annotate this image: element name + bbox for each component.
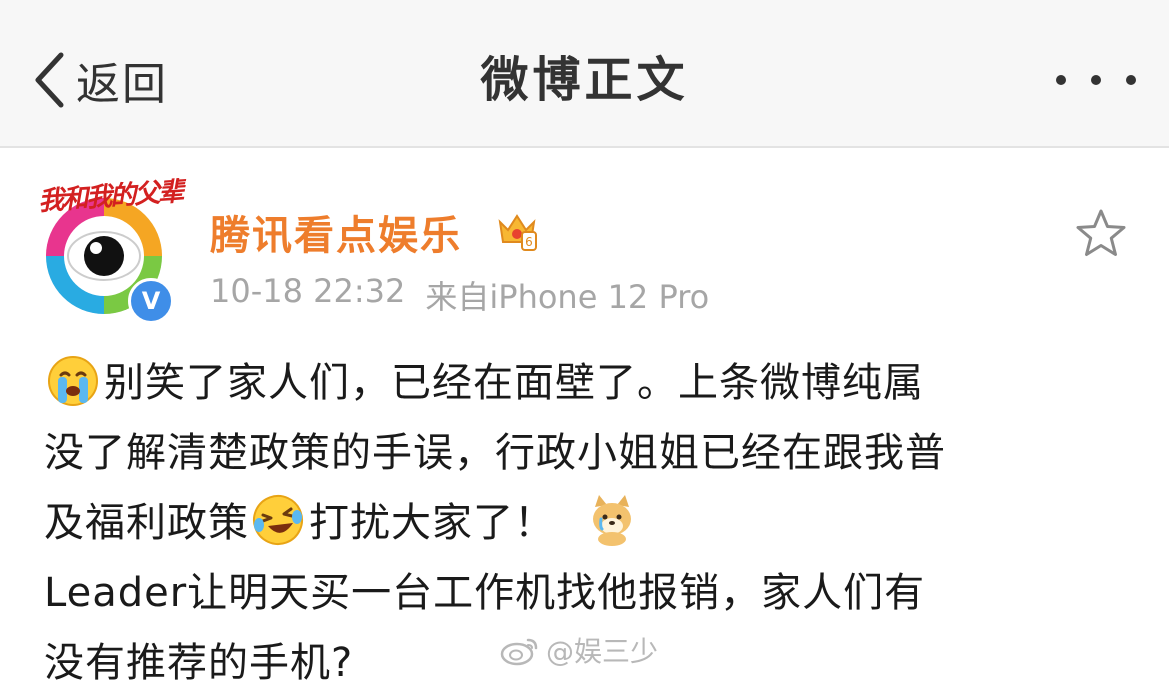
- watermark-text: @娱三少: [546, 635, 659, 668]
- post-text: 及福利政策: [44, 500, 249, 546]
- chevron-left-icon: [35, 52, 64, 108]
- laughing-tears-face-icon: [253, 495, 303, 545]
- top-navigation-bar: 返回 微博正文: [0, 0, 1169, 148]
- weibo-logo-icon: [500, 638, 538, 666]
- more-horizontal-icon: [1056, 75, 1066, 85]
- weibo-watermark: @娱三少: [500, 630, 658, 670]
- crying-doge-icon: [593, 495, 631, 546]
- post-text: 没有推荐的手机?: [44, 640, 354, 683]
- star-icon: [1076, 209, 1126, 256]
- page-title: 微博正文: [480, 52, 689, 108]
- post-source: 来自iPhone 12 Pro: [425, 278, 710, 316]
- svg-text:6: 6: [525, 235, 533, 249]
- more-options-button[interactable]: [1056, 66, 1136, 94]
- post-line: 没了解清楚政策的手误，行政小姐姐已经在跟我普: [44, 418, 1134, 488]
- more-horizontal-icon: [1091, 75, 1101, 85]
- favorite-button[interactable]: [1074, 208, 1128, 260]
- username[interactable]: 腾讯看点娱乐: [210, 203, 462, 261]
- timestamp: 10-18 22:32: [210, 272, 406, 310]
- post-line: Leader让明天买一台工作机找他报销，家人们有: [44, 558, 1134, 628]
- back-label: 返回: [76, 59, 168, 110]
- verified-badge: V: [128, 278, 174, 324]
- crying-face-icon: [48, 356, 98, 406]
- more-horizontal-icon: [1126, 75, 1136, 85]
- post-line: 别笑了家人们，已经在面壁了。上条微博纯属: [44, 348, 1134, 418]
- post-text: 打扰大家了！: [309, 500, 555, 546]
- back-button[interactable]: 返回: [34, 48, 168, 112]
- post-line: 及福利政策 打扰大家了！: [44, 488, 1134, 558]
- post-meta: 10-18 22:32 来自iPhone 12 Pro: [210, 272, 709, 318]
- post-text: 别笑了家人们，已经在面壁了。上条微博纯属: [104, 360, 924, 406]
- weibo-post-page: 返回 微博正文 我和我的父辈 V 腾讯看点娱乐 6 10-18 22:32 来自…: [0, 0, 1169, 683]
- post-text: Leader让明天买一台工作机找他报销，家人们有: [44, 570, 926, 616]
- vip-crown-icon: 6: [498, 214, 537, 251]
- post-text: 没了解清楚政策的手误，行政小姐姐已经在跟我普: [44, 430, 946, 476]
